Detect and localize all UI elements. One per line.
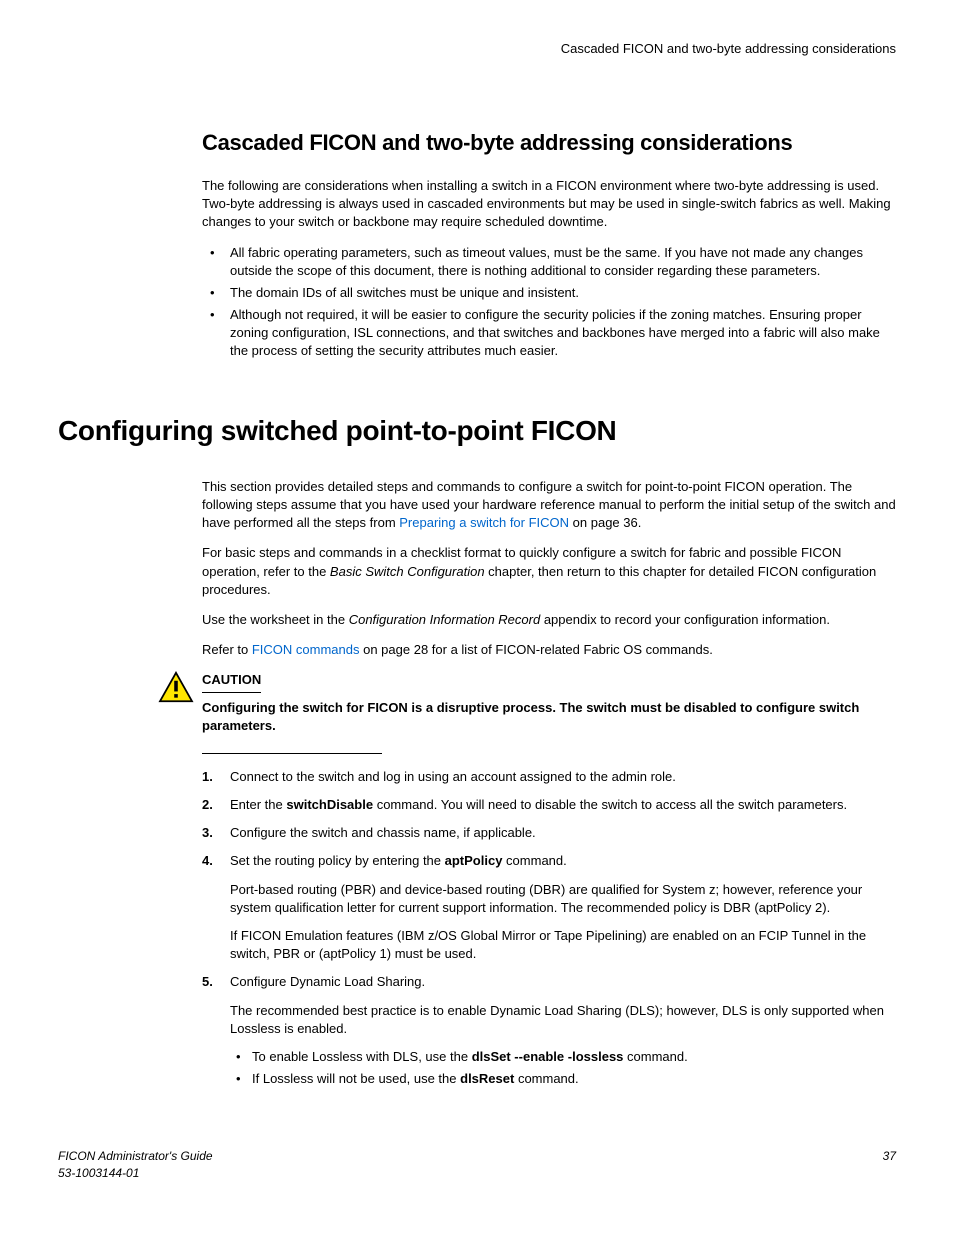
link-preparing-switch[interactable]: Preparing a switch for FICON <box>399 515 569 530</box>
section1-bullets: All fabric operating parameters, such as… <box>202 244 896 361</box>
content-section-2: This section provides detailed steps and… <box>202 478 896 1089</box>
step-1: Connect to the switch and log in using a… <box>202 768 896 786</box>
step-3: Configure the switch and chassis name, i… <box>202 824 896 842</box>
list-item: To enable Lossless with DLS, use the dls… <box>230 1048 896 1066</box>
section1-intro: The following are considerations when in… <box>202 177 896 232</box>
footer-page-number: 37 <box>883 1148 896 1182</box>
link-ficon-commands[interactable]: FICON commands <box>252 642 360 657</box>
step-5-subbullets: To enable Lossless with DLS, use the dls… <box>230 1048 896 1088</box>
caution-block: CAUTION Configuring the switch for FICON… <box>202 671 896 735</box>
caution-label: CAUTION <box>202 671 261 692</box>
footer-left: FICON Administrator's Guide 53-1003144-0… <box>58 1148 213 1182</box>
section1-title: Cascaded FICON and two-byte addressing c… <box>202 128 896 159</box>
step-4-para2: If FICON Emulation features (IBM z/OS Gl… <box>230 927 896 963</box>
list-item: All fabric operating parameters, such as… <box>202 244 896 280</box>
step-4-para1: Port-based routing (PBR) and device-base… <box>230 881 896 917</box>
running-header: Cascaded FICON and two-byte addressing c… <box>58 40 896 58</box>
list-item: The domain IDs of all switches must be u… <box>202 284 896 302</box>
section2-p2: For basic steps and commands in a checkl… <box>202 544 896 599</box>
section2-p1: This section provides detailed steps and… <box>202 478 896 533</box>
step-2: Enter the switchDisable command. You wil… <box>202 796 896 814</box>
steps-list: Connect to the switch and log in using a… <box>202 768 896 1088</box>
list-item: Although not required, it will be easier… <box>202 306 896 361</box>
step-5-para1: The recommended best practice is to enab… <box>230 1002 896 1038</box>
caution-icon <box>158 671 194 708</box>
step-4: Set the routing policy by entering the a… <box>202 852 896 963</box>
caution-text: Configuring the switch for FICON is a di… <box>202 699 896 735</box>
page-footer: FICON Administrator's Guide 53-1003144-0… <box>58 1148 896 1182</box>
section2-p3: Use the worksheet in the Configuration I… <box>202 611 896 629</box>
step-5: Configure Dynamic Load Sharing. The reco… <box>202 973 896 1088</box>
list-item: If Lossless will not be used, use the dl… <box>230 1070 896 1088</box>
section2-title: Configuring switched point-to-point FICO… <box>58 411 896 450</box>
divider <box>202 753 382 754</box>
section2-p4: Refer to FICON commands on page 28 for a… <box>202 641 896 659</box>
content-section-1: Cascaded FICON and two-byte addressing c… <box>202 128 896 360</box>
